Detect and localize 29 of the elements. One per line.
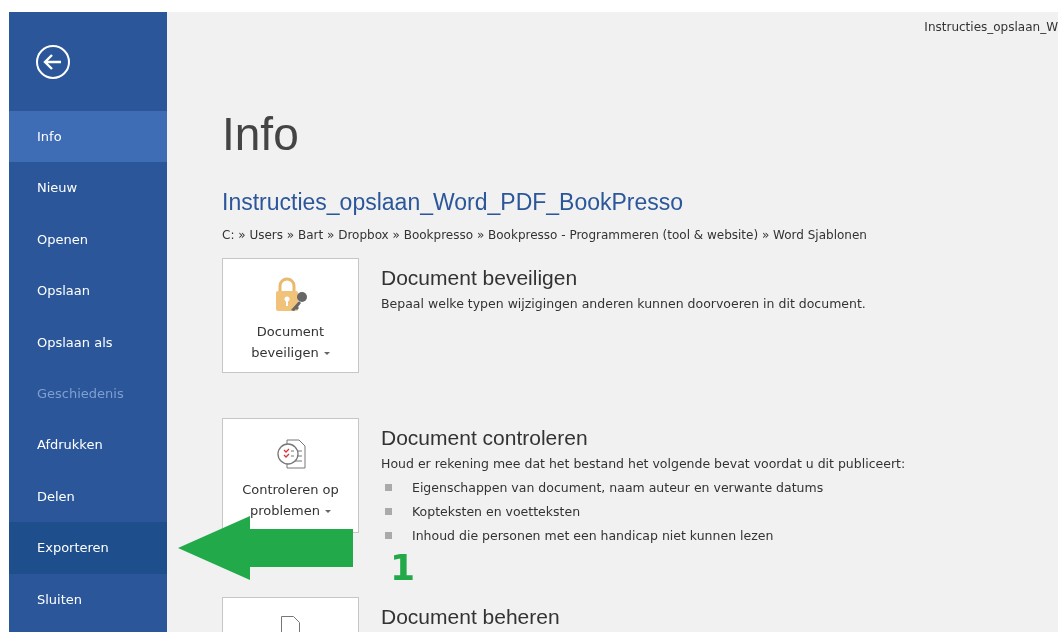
bullet-text: Kopteksten en voetteksten — [412, 503, 581, 519]
action-button[interactable]: Document beveiligen — [222, 258, 359, 373]
file-path: C: » Users » Bart » Dropbox » Bookpresso » Bookpresso - Programmeren (tool & website) » Word Sjablonen — [222, 228, 868, 242]
checklist-document-icon — [274, 437, 307, 471]
bullet-icon — [385, 531, 392, 539]
sidebar-item[interactable]: Info — [9, 111, 167, 163]
sidebar-item[interactable]: Openen — [9, 213, 167, 266]
sidebar-item[interactable]: Nieuw — [9, 162, 167, 214]
section-description: Bepaal welke typen wijzigingen anderen kunnen doorvoeren in dit document. — [381, 296, 866, 311]
bullet-icon — [385, 507, 392, 515]
document-name: Instructies_opslaan_Word_PDF_BookPresso — [222, 189, 685, 216]
sidebar-item[interactable]: Opslaan als — [9, 316, 167, 368]
section-title: Document beheren — [381, 605, 560, 629]
sidebar-item[interactable]: Sluiten — [9, 573, 167, 625]
back-icon[interactable] — [35, 43, 71, 80]
action-button[interactable]: Controleren op problemen — [222, 418, 359, 533]
sidebar-item[interactable]: Opslaan — [9, 265, 167, 317]
section-title: Document controleren — [381, 426, 589, 450]
bullet-text: Inhoud die personen met een handicap niet kunnen lezen — [412, 527, 774, 543]
sidebar-item[interactable]: Afdrukken — [9, 419, 167, 471]
annotation-number: 1 — [390, 550, 416, 586]
bullet-icon — [385, 483, 392, 491]
sidebar-item[interactable]: Exporteren — [9, 522, 167, 574]
bullet-text: Eigenschappen van document, naam auteur en verwante datums — [412, 479, 824, 495]
sidebar-item[interactable]: Delen — [9, 470, 167, 523]
section-description: Houd er rekening mee dat het bestand het volgende bevat voordat u dit publiceert: — [381, 456, 906, 471]
section-title: Document beveiligen — [381, 266, 579, 290]
page-heading: Info — [222, 111, 300, 157]
window-title: Instructies_opslaan_W — [924, 20, 1058, 34]
